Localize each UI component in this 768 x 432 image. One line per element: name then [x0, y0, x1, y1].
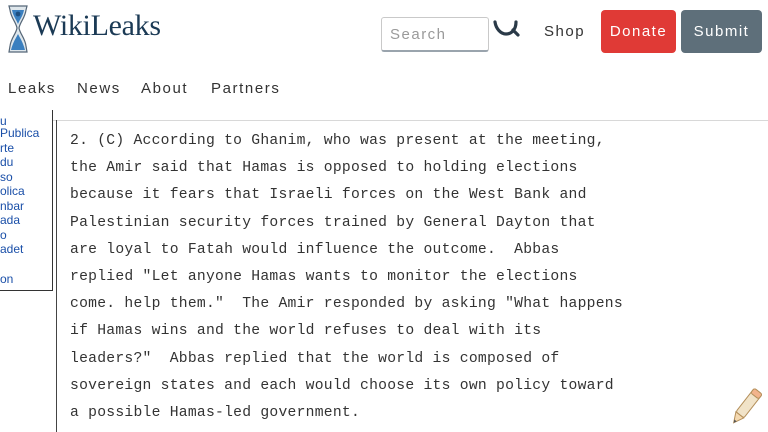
- hourglass-logo-icon[interactable]: [6, 4, 30, 54]
- sidebar-item[interactable]: rte: [0, 141, 14, 155]
- cable-line: the Amir said that Hamas is opposed to h…: [70, 160, 578, 177]
- nav-about[interactable]: About: [141, 80, 188, 97]
- sidebar-item[interactable]: du: [0, 155, 13, 169]
- cable-line: a possible Hamas-led government.: [70, 405, 361, 422]
- cable-line: because it fears that Israeli forces on …: [70, 187, 587, 204]
- cable-line: are loyal to Fatah would influence the o…: [70, 241, 560, 258]
- sidebar-item[interactable]: o: [0, 228, 7, 242]
- donate-button[interactable]: Donate: [601, 10, 676, 53]
- search-input[interactable]: Search: [381, 17, 489, 52]
- sidebar-item[interactable]: ada: [0, 213, 20, 227]
- cable-line: come. help them." The Amir responded by …: [70, 296, 623, 313]
- cable-line: replied "Let anyone Hamas wants to monit…: [70, 269, 578, 286]
- cable-line: leaders?" Abbas replied that the world i…: [70, 350, 560, 367]
- cable-text: 2. (C) According to Ghanim, who was pres…: [70, 128, 750, 427]
- cable-line: 2. (C) According to Ghanim, who was pres…: [70, 133, 605, 149]
- sidebar-item[interactable]: Publica: [0, 126, 39, 140]
- site-header: WikiLeaks Search Shop Donate Submit Leak…: [0, 0, 768, 121]
- sidebar-item[interactable]: so: [0, 170, 13, 184]
- pencil-icon[interactable]: [728, 385, 764, 429]
- sidebar-item[interactable]: adet: [0, 242, 23, 256]
- cable-line: if Hamas wins and the world refuses to d…: [70, 323, 542, 340]
- submit-button[interactable]: Submit: [681, 10, 762, 53]
- sidebar-item[interactable]: on: [0, 272, 13, 286]
- sidebar-list: u Publica rte du so olica nbar ada o ade…: [0, 110, 53, 291]
- sidebar-item[interactable]: nbar: [0, 199, 24, 213]
- search-icon[interactable]: [492, 14, 520, 40]
- shop-link[interactable]: Shop: [544, 23, 585, 40]
- brand-name[interactable]: WikiLeaks: [33, 9, 161, 43]
- nav-leaks[interactable]: Leaks: [8, 80, 56, 97]
- nav-news[interactable]: News: [77, 80, 121, 97]
- nav-partners[interactable]: Partners: [211, 80, 281, 97]
- cable-line: sovereign states and each would choose i…: [70, 377, 614, 394]
- content-divider: [56, 120, 57, 432]
- cable-line: Palestinian security forces trained by G…: [70, 214, 596, 231]
- sidebar-item[interactable]: olica: [0, 184, 25, 198]
